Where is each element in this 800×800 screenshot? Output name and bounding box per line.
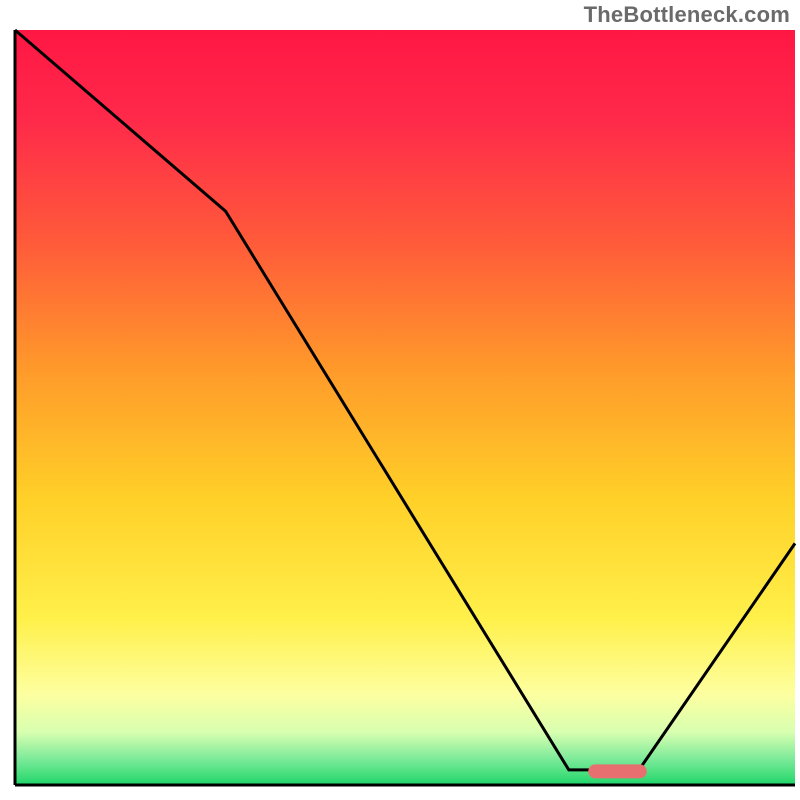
bottleneck-chart	[0, 0, 800, 800]
plot-background	[15, 30, 795, 785]
optimal-range-marker	[588, 764, 647, 778]
chart-container: TheBottleneck.com	[0, 0, 800, 800]
watermark-label: TheBottleneck.com	[584, 2, 790, 28]
